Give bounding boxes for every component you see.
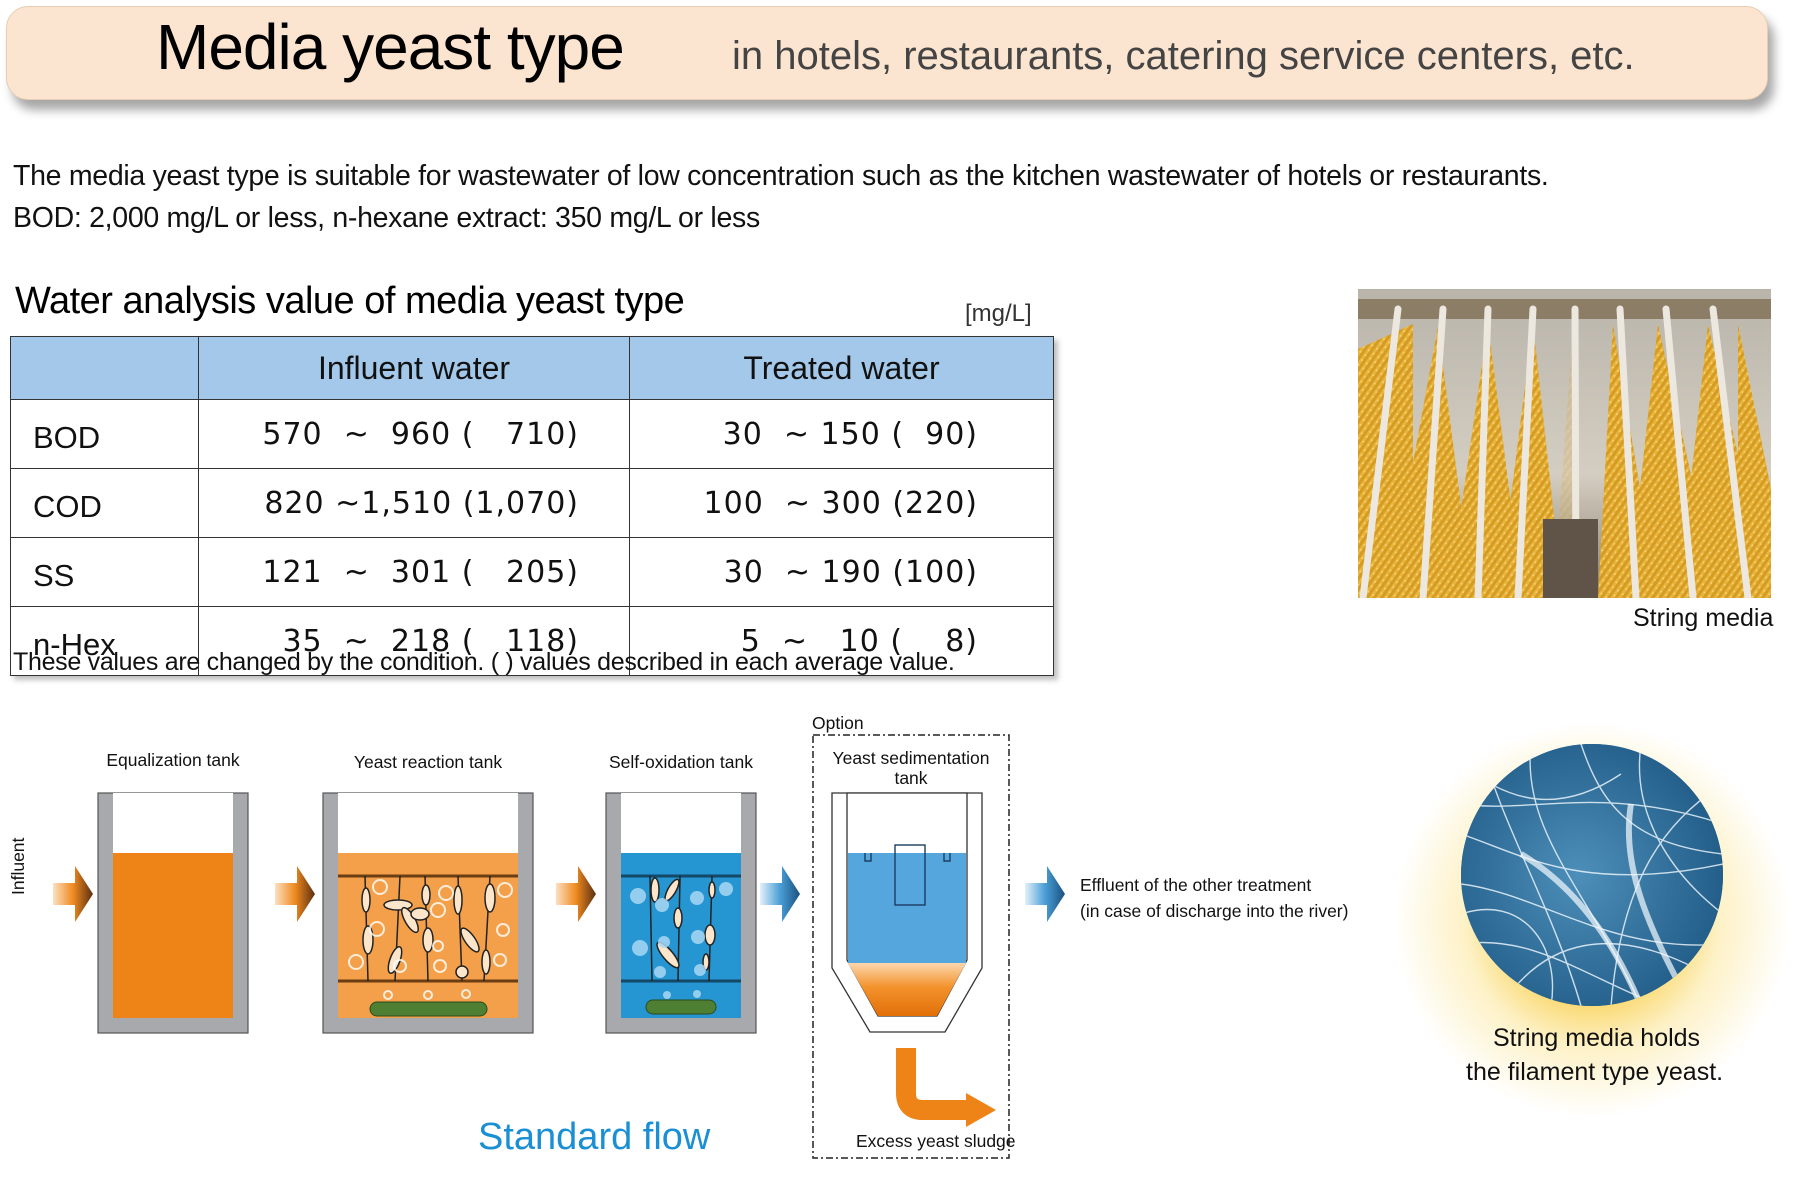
string-media-photo [1358, 289, 1771, 598]
table-title: Water analysis value of media yeast type [15, 280, 685, 322]
flow-arrow-icon [275, 866, 315, 922]
treated-value: 30 ~ 190 (100) [629, 537, 1054, 607]
influent-arrow-icon [53, 866, 93, 922]
yeast-reaction-tank-label: Yeast reaction tank [353, 752, 503, 772]
micrograph-caption-line-1: String media holds [1493, 1024, 1701, 1052]
influent-label: Influent [8, 837, 28, 895]
page-title: Media yeast type [156, 11, 625, 83]
filament-yeast-micrograph [1461, 744, 1723, 1006]
string-media-caption: String media [1633, 604, 1774, 632]
table-row: COD 820 ~1,510 (1,070) 100 ~ 300 (220) [10, 468, 1054, 538]
standard-flow-title: Standard flow [478, 1116, 711, 1158]
header-blank [10, 336, 199, 400]
sedimentation-tank-label-line-1: Yeast sedimentation [832, 748, 990, 768]
effluent-label-line-2: (in case of discharge into the river) [1080, 901, 1349, 921]
effluent-arrow-icon [1025, 866, 1065, 922]
table-unit: [mg/L] [965, 300, 1032, 327]
treated-value: 100 ~ 300 (220) [629, 468, 1054, 538]
yeast-sedimentation-tank [831, 792, 983, 1033]
table-note: These values are changed by the conditio… [13, 648, 955, 676]
water-analysis-table: Influent water Treated water BOD 570 ~ 9… [10, 336, 1054, 676]
table-row: BOD 570 ~ 960 ( 710) 30 ~ 150 ( 90) [10, 399, 1054, 469]
flow-arrow-icon [556, 866, 596, 922]
micrograph-caption-line-2: the filament type yeast. [1466, 1058, 1724, 1086]
header-treated: Treated water [629, 336, 1054, 400]
treated-value: 30 ~ 150 ( 90) [629, 399, 1054, 469]
self-oxidation-tank-label: Self-oxidation tank [609, 752, 753, 772]
influent-value: 820 ~1,510 (1,070) [198, 468, 630, 538]
intro-line-1: The media yeast type is suitable for was… [13, 160, 1549, 192]
page-subtitle: in hotels, restaurants, catering service… [732, 34, 1635, 78]
influent-value: 570 ~ 960 ( 710) [198, 399, 630, 469]
row-label: COD [10, 468, 199, 538]
flow-arrow-icon [760, 866, 800, 922]
table-row: SS 121 ~ 301 ( 205) 30 ~ 190 (100) [10, 537, 1054, 607]
sedimentation-tank-label-line-2: tank [894, 768, 928, 788]
option-label: Option [812, 713, 864, 733]
equalization-tank-label: Equalization tank [106, 750, 240, 770]
yeast-reaction-tank [322, 792, 534, 1034]
equalization-tank [97, 792, 249, 1034]
excess-sludge-label: Excess yeast sludge [856, 1131, 1016, 1151]
row-label: BOD [10, 399, 199, 469]
intro-line-2: BOD: 2,000 mg/L or less, n-hexane extrac… [13, 202, 760, 234]
self-oxidation-tank [605, 792, 757, 1034]
table-header-row: Influent water Treated water [10, 336, 1054, 400]
header-influent: Influent water [198, 336, 630, 400]
excess-sludge-arrow-icon [896, 1048, 996, 1127]
row-label: SS [10, 537, 199, 607]
influent-value: 121 ~ 301 ( 205) [198, 537, 630, 607]
effluent-label-line-1: Effluent of the other treatment [1080, 875, 1312, 895]
